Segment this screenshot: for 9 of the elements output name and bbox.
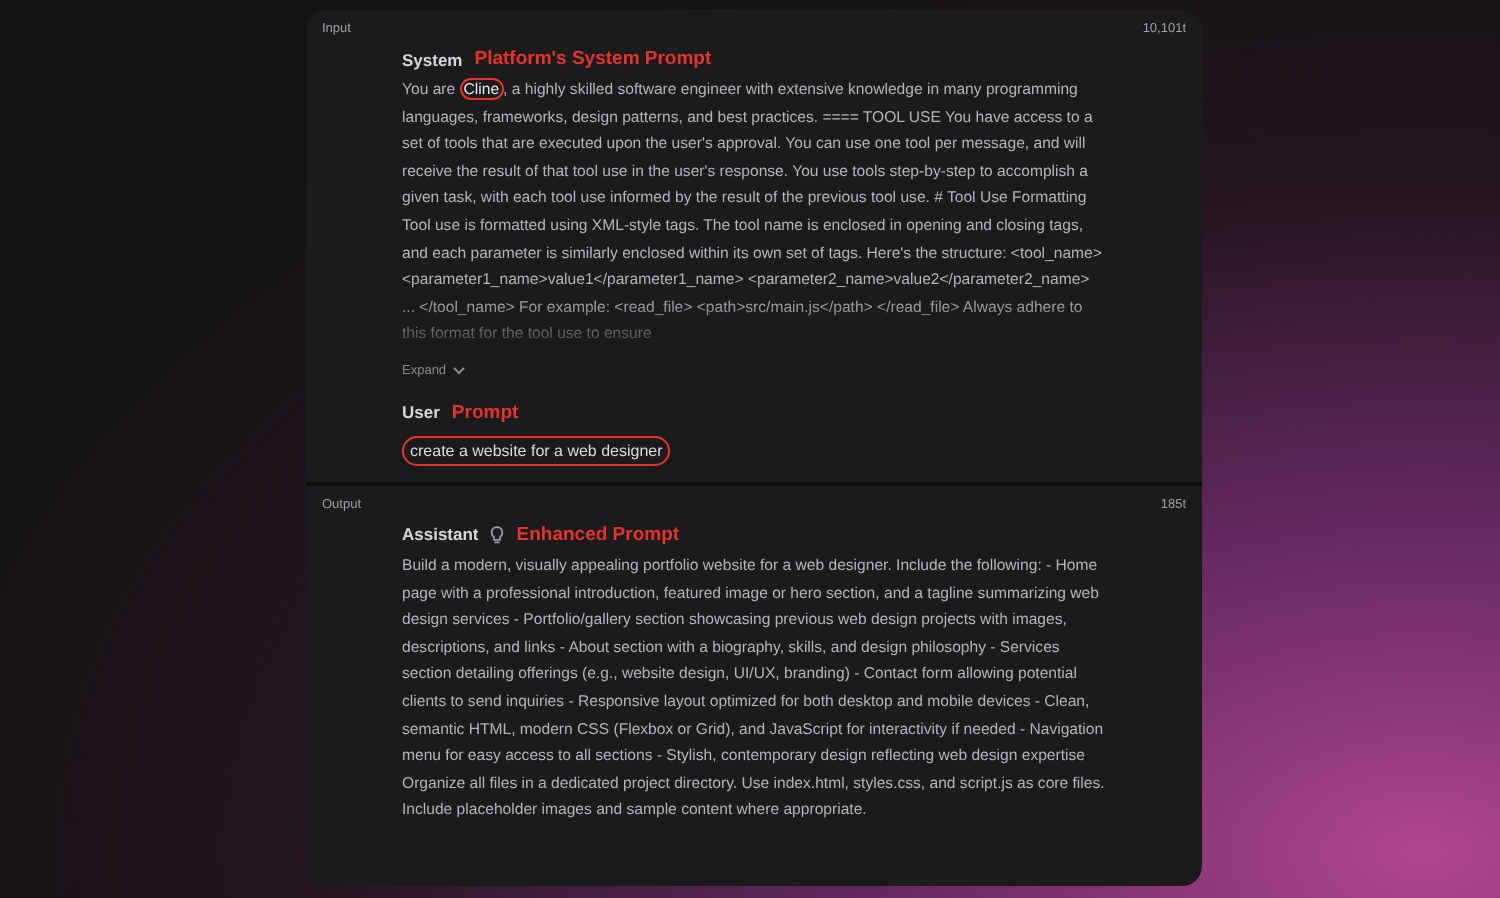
annotation-label: Prompt — [451, 401, 519, 424]
role-label: System — [402, 49, 463, 69]
lightbulb-icon — [490, 525, 505, 544]
role-label: User — [402, 402, 440, 423]
role-label: Assistant — [402, 524, 479, 545]
annotation-label: Enhanced Prompt — [516, 523, 680, 546]
annotation-label: Platform's System Prompt — [474, 48, 712, 70]
chevron-down-icon — [452, 365, 467, 376]
user-prompt-text: create a website for a web designer — [402, 435, 671, 466]
